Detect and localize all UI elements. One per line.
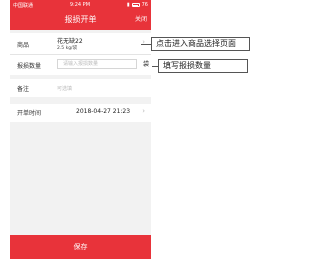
quantity-input[interactable]: 请输入报损数量 — [57, 59, 137, 69]
remark-row[interactable]: 备注 可选填 — [10, 79, 151, 97]
status-bar: 中国联通 9:24 PM ▮ 76 — [10, 0, 151, 10]
quantity-callout: 填写报损数量 — [158, 59, 248, 73]
goods-callout: 点击进入商品选择页面 — [151, 37, 250, 51]
quantity-label: 报损数量 — [17, 63, 42, 70]
form-section-main: 商品 花无缺22 2.5 kg/袋 › 报损数量 请输入报损数量 — [10, 33, 151, 75]
open-time-value: 2018-04-27 21:23 — [76, 108, 131, 115]
chevron-right-icon: › — [142, 107, 145, 115]
goods-row[interactable]: 商品 花无缺22 2.5 kg/袋 › — [10, 33, 151, 55]
save-button[interactable]: 保存 — [10, 235, 151, 259]
signal-icon: ▮ — [126, 2, 130, 8]
status-time: 9:24 PM — [69, 2, 91, 8]
open-time-row[interactable]: 开单时间 2018-04-27 21:23 › — [10, 104, 151, 122]
nav-bar: 报损开单 关闭 — [10, 10, 151, 30]
goods-name: 花无缺22 — [57, 38, 83, 45]
quantity-unit: 袋 — [143, 61, 150, 68]
remark-input[interactable]: 可选填 — [57, 85, 72, 92]
battery-icon — [131, 3, 140, 7]
goods-spec: 2.5 kg/袋 — [57, 46, 78, 51]
phone-screen: 中国联通 9:24 PM ▮ 76 报损开单 关闭 商品 花无缺22 2.5 k… — [10, 0, 151, 259]
goods-label: 商品 — [17, 42, 30, 49]
page-title: 报损开单 — [64, 15, 97, 24]
close-button[interactable]: 关闭 — [135, 10, 147, 30]
quantity-row: 报损数量 请输入报损数量 — [10, 55, 151, 75]
form-section-time: 开单时间 2018-04-27 21:23 › — [10, 104, 151, 122]
remark-label: 备注 — [17, 86, 30, 93]
goods-callout-line — [141, 44, 151, 45]
battery-level: 76 — [141, 2, 148, 8]
open-time-label: 开单时间 — [17, 110, 42, 117]
carrier-text: 中国联通 — [13, 2, 34, 9]
status-right: ▮ 76 — [127, 2, 148, 8]
form-section-remark: 备注 可选填 — [10, 79, 151, 97]
